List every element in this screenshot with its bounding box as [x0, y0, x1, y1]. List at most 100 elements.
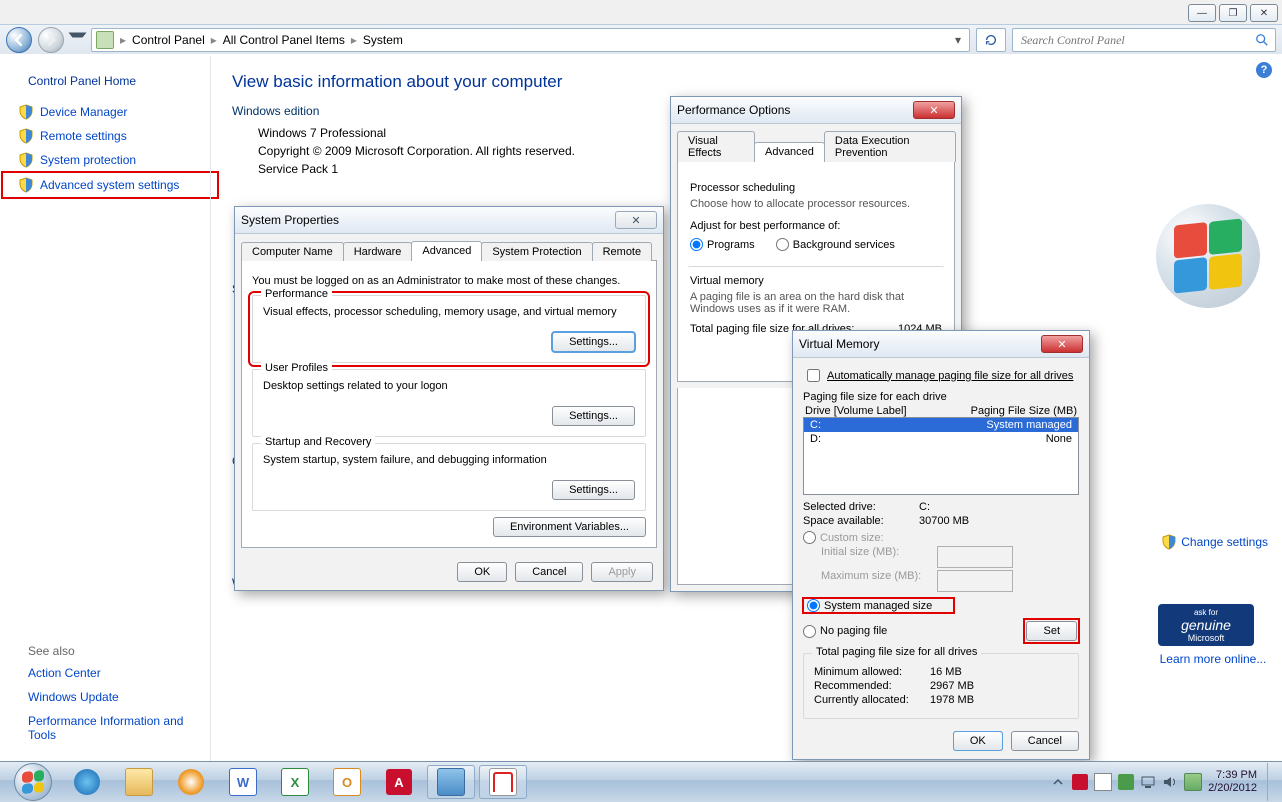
titlebar[interactable]: Performance Options ✕ — [671, 97, 961, 124]
taskbar-adobe-icon[interactable]: A — [375, 765, 423, 799]
set-button[interactable]: Set — [1026, 621, 1077, 641]
see-also-windows-update[interactable]: Windows Update — [28, 690, 198, 704]
tab-advanced[interactable]: Advanced — [754, 142, 825, 162]
sidebar-item-device-manager[interactable]: Device Manager — [10, 100, 218, 124]
close-icon[interactable]: ✕ — [615, 211, 657, 229]
maximize-button[interactable]: ❐ — [1219, 4, 1247, 22]
taskbar-control-panel-icon[interactable] — [427, 765, 475, 799]
tray-show-hidden-icon[interactable] — [1050, 774, 1066, 790]
tab-content: You must be logged on as an Administrato… — [241, 260, 657, 548]
radio-no-paging-file[interactable]: No paging file — [803, 625, 887, 638]
tab-hardware[interactable]: Hardware — [343, 242, 413, 261]
right-column — [1148, 204, 1268, 308]
drive-list[interactable]: C:System managed D:None — [803, 417, 1079, 495]
change-settings-link[interactable]: Change settings — [1161, 534, 1268, 550]
group-legend: Performance — [261, 288, 332, 300]
search-icon — [1255, 33, 1269, 47]
forward-button[interactable] — [38, 27, 64, 53]
user-profiles-group: User Profiles Desktop settings related t… — [252, 369, 646, 437]
initial-size-label: Initial size (MB): — [821, 546, 931, 568]
see-also-performance-info[interactable]: Performance Information and Tools — [28, 714, 198, 742]
tab-computer-name[interactable]: Computer Name — [241, 242, 344, 261]
col-size: Paging File Size (MB) — [971, 405, 1077, 417]
maximum-size-input[interactable] — [937, 570, 1013, 592]
search-box[interactable] — [1012, 28, 1276, 52]
sidebar-item-advanced-system-settings[interactable]: Advanced system settings — [2, 172, 218, 198]
space-available-label: Space available: — [803, 515, 913, 527]
tray-volume-icon[interactable] — [1162, 774, 1178, 790]
ok-button[interactable]: OK — [953, 731, 1003, 751]
profiles-desc: Desktop settings related to your logon — [263, 380, 635, 392]
drive-row-d[interactable]: D:None — [804, 432, 1078, 446]
taskbar-explorer-icon[interactable] — [115, 765, 163, 799]
windows-logo — [1156, 204, 1260, 308]
radio-programs[interactable]: Programs — [690, 238, 755, 251]
taskbar-clock[interactable]: 7:39 PM 2/20/2012 — [1208, 769, 1257, 795]
page-title: View basic information about your comput… — [232, 72, 1252, 92]
control-panel-home-link[interactable]: Control Panel Home — [28, 74, 208, 88]
sidebar-item-system-protection[interactable]: System protection — [10, 148, 218, 172]
col-drive: Drive [Volume Label] — [805, 405, 907, 417]
see-also-action-center[interactable]: Action Center — [28, 666, 198, 680]
learn-more-link[interactable]: Learn more online... — [1158, 652, 1268, 666]
breadcrumb[interactable]: Control Panel — [132, 33, 205, 47]
breadcrumb[interactable]: All Control Panel Items — [223, 33, 345, 47]
recent-locations-dropdown[interactable] — [69, 33, 87, 48]
tab-remote[interactable]: Remote — [592, 242, 653, 261]
radio-custom-size[interactable]: Custom size: — [803, 531, 1061, 544]
environment-variables-button[interactable]: Environment Variables... — [493, 517, 646, 537]
address-dropdown[interactable]: ▾ — [951, 33, 965, 47]
address-bar[interactable]: ▸ Control Panel▸ All Control Panel Items… — [91, 28, 970, 52]
dialog-title: Virtual Memory — [799, 337, 879, 351]
auto-manage-checkbox[interactable]: Automatically manage paging file size fo… — [803, 366, 1079, 385]
taskbar-wmp-icon[interactable] — [167, 765, 215, 799]
tab-dep[interactable]: Data Execution Prevention — [824, 131, 956, 162]
cancel-button[interactable]: Cancel — [515, 562, 583, 582]
performance-group: Performance Visual effects, processor sc… — [252, 295, 646, 363]
tray-flag-icon[interactable] — [1094, 773, 1112, 791]
close-icon[interactable]: ✕ — [913, 101, 955, 119]
titlebar[interactable]: Virtual Memory ✕ — [793, 331, 1089, 358]
taskbar-snipping-tool-icon[interactable] — [479, 765, 527, 799]
tray-power-icon[interactable] — [1184, 773, 1202, 791]
show-desktop-button[interactable] — [1267, 763, 1276, 801]
group-legend: Total paging file size for all drives — [812, 646, 981, 658]
tray-safely-remove-icon[interactable] — [1118, 774, 1134, 790]
admin-note: You must be logged on as an Administrato… — [252, 275, 646, 287]
drive-row-c[interactable]: C:System managed — [804, 418, 1078, 432]
tab-visual-effects[interactable]: Visual Effects — [677, 131, 755, 162]
radio-background-services[interactable]: Background services — [776, 238, 895, 251]
tab-advanced[interactable]: Advanced — [411, 241, 482, 261]
dialog-title: Performance Options — [677, 103, 790, 117]
search-input[interactable] — [1019, 32, 1255, 49]
tray-adobe-icon[interactable] — [1072, 774, 1088, 790]
tray-network-icon[interactable] — [1140, 774, 1156, 790]
startup-recovery-group: Startup and Recovery System startup, sys… — [252, 443, 646, 511]
breadcrumb[interactable]: System — [363, 33, 403, 47]
tab-system-protection[interactable]: System Protection — [481, 242, 592, 261]
startup-settings-button[interactable]: Settings... — [552, 480, 635, 500]
start-button[interactable] — [6, 763, 60, 801]
close-button[interactable]: ✕ — [1250, 4, 1278, 22]
taskbar-excel-icon[interactable]: X — [271, 765, 319, 799]
taskbar-word-icon[interactable]: W — [219, 765, 267, 799]
ok-button[interactable]: OK — [457, 562, 507, 582]
radio-system-managed[interactable]: System managed size — [807, 599, 932, 612]
taskbar-outlook-icon[interactable]: O — [323, 765, 371, 799]
performance-settings-button[interactable]: Settings... — [552, 332, 635, 352]
minimize-button[interactable]: — — [1188, 4, 1216, 22]
back-button[interactable] — [6, 27, 32, 53]
help-icon[interactable]: ? — [1256, 62, 1272, 78]
see-also: See also Action Center Windows Update Pe… — [10, 644, 210, 752]
titlebar[interactable]: System Properties ✕ — [235, 207, 663, 234]
each-drive-label: Paging file size for each drive — [803, 391, 1079, 403]
space-available: 30700 MB — [919, 515, 969, 527]
sidebar-item-remote-settings[interactable]: Remote settings — [10, 124, 218, 148]
initial-size-input[interactable] — [937, 546, 1013, 568]
apply-button[interactable]: Apply — [591, 562, 653, 582]
close-icon[interactable]: ✕ — [1041, 335, 1083, 353]
refresh-button[interactable] — [976, 28, 1006, 52]
profiles-settings-button[interactable]: Settings... — [552, 406, 635, 426]
taskbar-ie-icon[interactable] — [63, 765, 111, 799]
cancel-button[interactable]: Cancel — [1011, 731, 1079, 751]
